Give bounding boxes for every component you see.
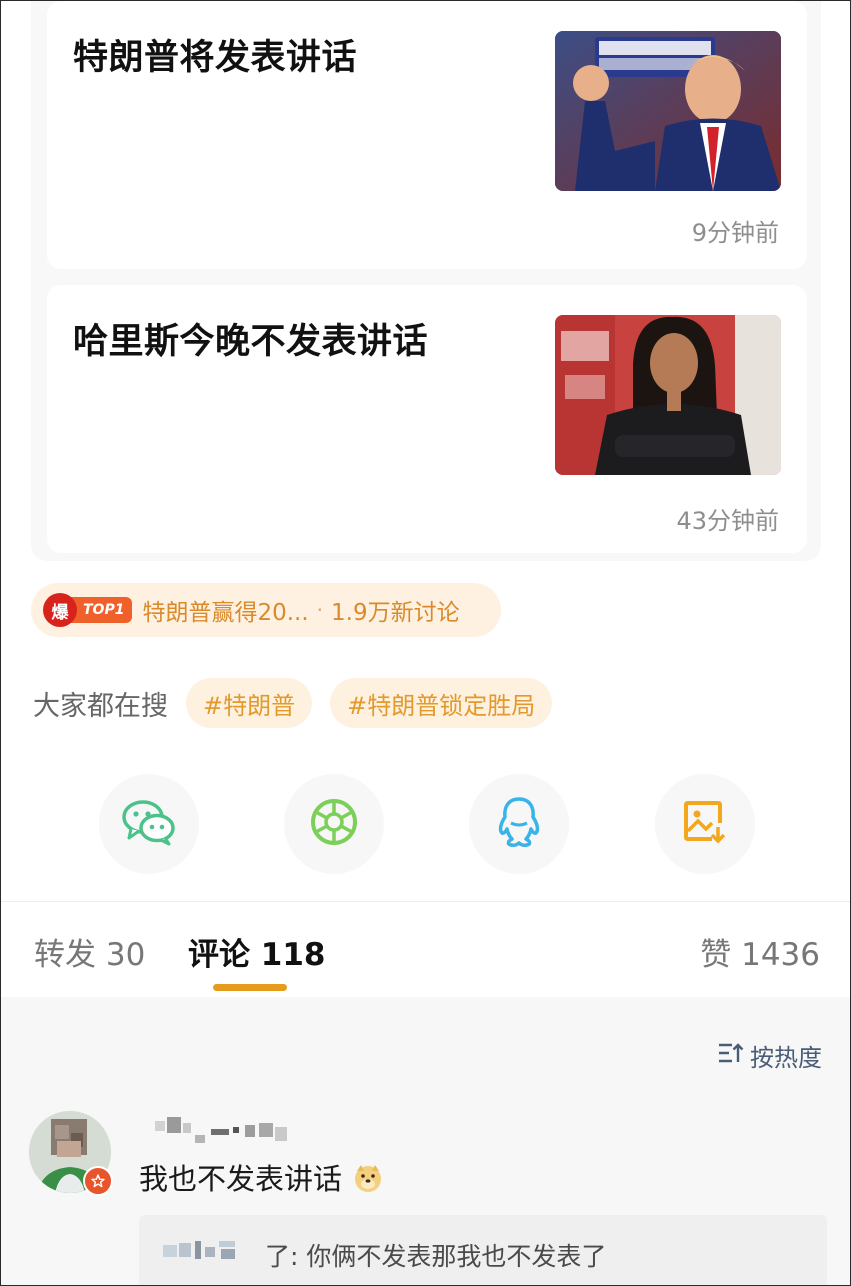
wechat-share-button[interactable] (99, 774, 199, 874)
moments-icon (309, 797, 359, 851)
hot-badge-icon: 爆 (43, 593, 77, 627)
news-title: 哈里斯今晚不发表讲话 (73, 322, 429, 362)
comment-body: 我也不发表讲话 (139, 1156, 383, 1200)
username-blurred[interactable] (141, 1111, 321, 1145)
harris-photo-icon (555, 315, 781, 475)
tab-comments[interactable]: 评论 118 (188, 929, 326, 974)
sort-button[interactable]: 按热度 (718, 1038, 822, 1073)
moments-share-button[interactable] (284, 774, 384, 874)
sort-icon (718, 1042, 744, 1070)
active-tab-indicator (213, 984, 287, 991)
news-time: 9分钟前 (691, 219, 779, 247)
reply-text: 了: 你俩不发表那我也不发表了 (265, 1242, 607, 1271)
sort-label: 按热度 (750, 1044, 822, 1072)
news-title: 特朗普将发表讲话 (73, 38, 358, 78)
comment-text: 我也不发表讲话 (139, 1162, 343, 1196)
trending-search-row: 大家都在搜 #特朗普 #特朗普锁定胜局 (33, 677, 570, 729)
tab-likes[interactable]: 赞 1436 (700, 929, 820, 974)
search-tag[interactable]: #特朗普 (186, 678, 313, 728)
save-image-button[interactable] (655, 774, 755, 874)
tab-repost[interactable]: 转发 30 (34, 929, 145, 974)
discussion-count: 1.9万新讨论 (331, 600, 460, 626)
news-time: 43分钟前 (676, 507, 779, 535)
news-card-1[interactable]: 特朗普将发表讲话 9分钟前 (47, 1, 807, 269)
verified-badge-icon (83, 1166, 113, 1196)
save-image-icon (682, 799, 728, 849)
doge-emoji-icon (353, 1163, 383, 1200)
trump-photo-icon (555, 31, 781, 191)
wechat-icon (121, 798, 177, 850)
screen: 特朗普将发表讲话 9分钟前 哈里斯今晚不发表讲话 43分钟前 爆 TOP1 特朗… (0, 0, 851, 1286)
news-card-2[interactable]: 哈里斯今晚不发表讲话 43分钟前 (47, 285, 807, 553)
trending-search-label: 大家都在搜 (33, 690, 168, 722)
divider (1, 901, 850, 902)
qq-icon (496, 796, 542, 852)
search-tag[interactable]: #特朗普锁定胜局 (330, 678, 553, 728)
hot-topic-title: 特朗普赢得20... (142, 600, 309, 626)
hot-topic-pill[interactable]: 爆 TOP1 特朗普赢得20... · 1.9万新讨论 (31, 583, 501, 637)
qq-share-button[interactable] (469, 774, 569, 874)
separator-dot: · (316, 598, 324, 622)
